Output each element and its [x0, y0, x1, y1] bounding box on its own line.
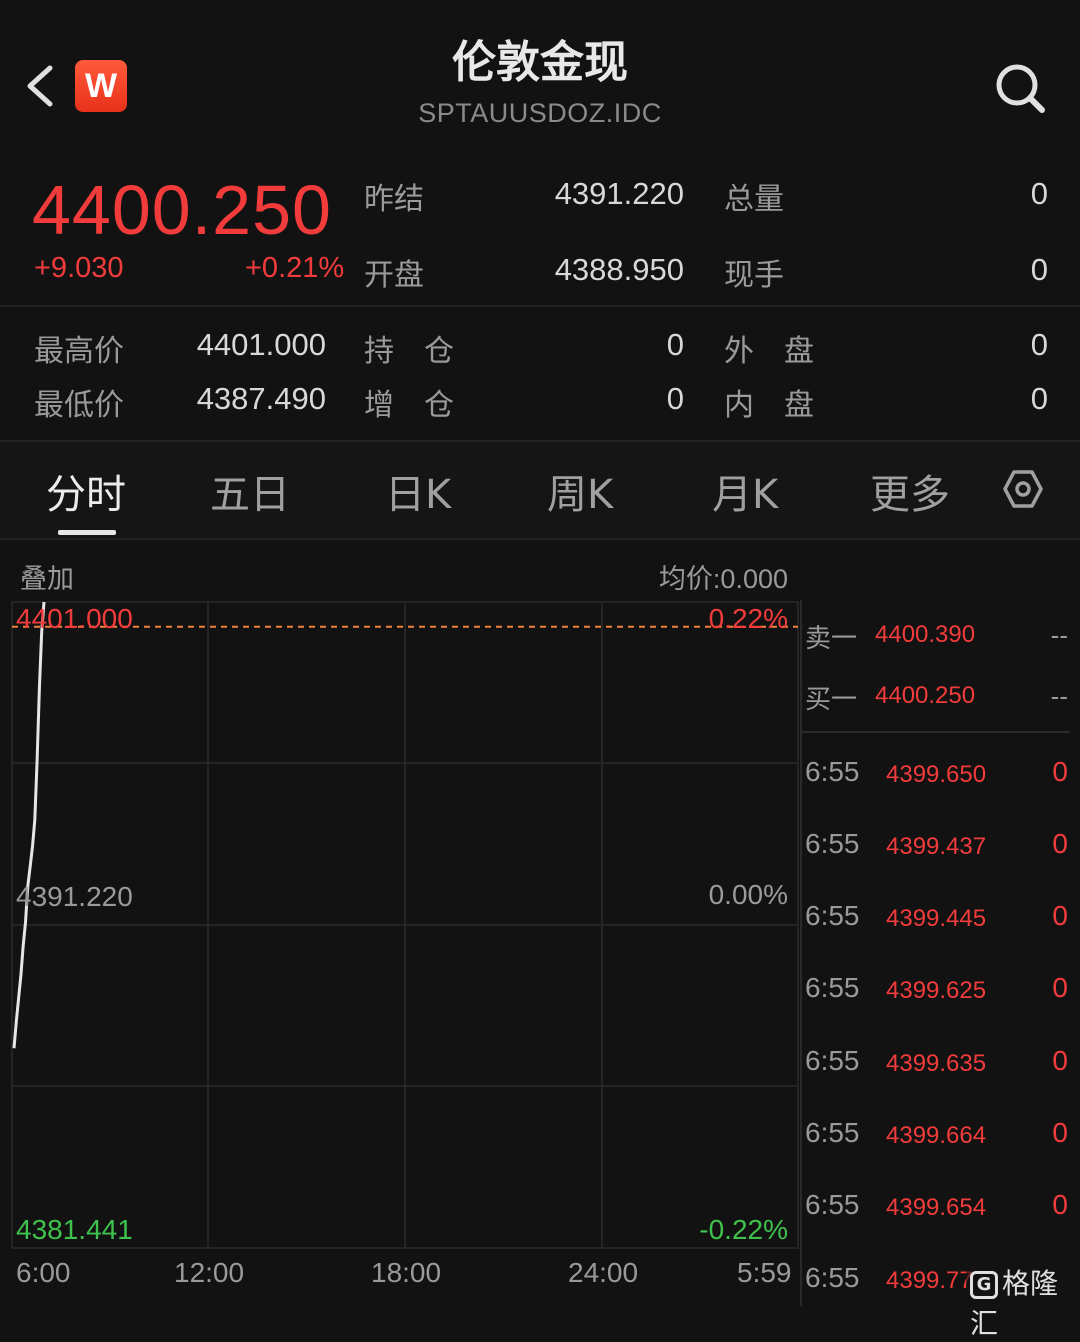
tick-price: 4399.650 — [886, 761, 987, 788]
open-interest-value: 0 — [666, 327, 684, 362]
chart-grid — [11, 601, 799, 1249]
symbol-code: SPTAUUSDOZ.IDC — [418, 98, 662, 128]
open-value: 4388.950 — [554, 252, 684, 287]
total-volume-value: 0 — [1030, 176, 1048, 211]
tick-price: 4399.664 — [886, 1122, 987, 1149]
inner-value: 0 — [1030, 381, 1048, 416]
tab-monthly-k[interactable]: 月K — [712, 462, 778, 520]
tick-price: 4399.437 — [886, 833, 987, 860]
tick-time: 6:55 — [805, 1189, 860, 1220]
tab-more[interactable]: 更多 — [870, 462, 950, 520]
y-axis-max-price: 4401.000 — [16, 603, 133, 634]
buy1-volume: -- — [1050, 681, 1068, 711]
search-icon[interactable] — [992, 60, 1048, 116]
inner-label: 内 盘 — [724, 388, 814, 423]
x-axis-label: 24:00 — [568, 1257, 639, 1288]
tick-price: 4399.635 — [886, 1050, 987, 1077]
sell1-volume: -- — [1050, 620, 1068, 650]
orderbook-divider — [802, 731, 1070, 733]
open-interest-label: 持 仓 — [364, 334, 454, 369]
prev-settle-label: 昨结 — [364, 182, 424, 217]
x-axis-label: 18:00 — [371, 1257, 442, 1288]
sell1-price: 4400.390 — [875, 621, 976, 648]
price-change: +9.030 — [34, 252, 124, 284]
tick-volume: 0 — [1052, 972, 1068, 1003]
last-price: 4400.250 — [32, 171, 332, 249]
high-value: 4401.000 — [196, 327, 326, 362]
price-line — [12, 601, 46, 1049]
sell1-label: 卖一 — [805, 624, 858, 654]
add-position-label: 增 仓 — [364, 388, 454, 423]
tab-intraday[interactable]: 分时 — [46, 462, 126, 520]
current-hand-label: 现手 — [724, 258, 784, 293]
intraday-chart[interactable] — [10, 600, 800, 1250]
tick-volume: 0 — [1052, 1189, 1068, 1220]
y-axis-min-price: 4381.441 — [16, 1214, 133, 1245]
watermark-logo-icon: G — [970, 1271, 998, 1299]
tab-active-indicator — [58, 530, 116, 535]
tick-time: 6:55 — [805, 900, 860, 931]
tick-time: 6:55 — [805, 756, 860, 787]
watermark: G 格隆汇 — [966, 1262, 1080, 1342]
y-axis-mid-percent: 0.00% — [708, 879, 788, 910]
tick-time: 6:55 — [805, 1117, 860, 1148]
buy1-price: 4400.250 — [875, 682, 976, 709]
y-axis-min-percent: -0.22% — [699, 1214, 788, 1245]
tick-time: 6:55 — [805, 1045, 860, 1076]
panel-divider — [800, 600, 802, 1306]
tick-volume: 0 — [1052, 756, 1068, 787]
x-axis-label: 6:00 — [16, 1257, 71, 1288]
tick-price: 4399.77 — [886, 1267, 973, 1294]
x-axis-label: 5:59 — [737, 1257, 792, 1288]
current-hand-value: 0 — [1030, 252, 1048, 287]
tick-volume: 0 — [1052, 1045, 1068, 1076]
tick-price: 4399.654 — [886, 1194, 987, 1221]
tab-weekly-k[interactable]: 周K — [547, 462, 613, 520]
tick-time: 6:55 — [805, 828, 860, 859]
tick-price: 4399.445 — [886, 905, 987, 932]
tick-time: 6:55 — [805, 1262, 860, 1293]
outer-label: 外 盘 — [724, 334, 814, 369]
page-title: 伦敦金现 — [452, 37, 628, 88]
tick-volume: 0 — [1052, 828, 1068, 859]
open-label: 开盘 — [364, 258, 424, 293]
tab-five-day[interactable]: 五日 — [210, 462, 290, 520]
tab-daily-k[interactable]: 日K — [385, 462, 451, 520]
add-position-value: 0 — [666, 381, 684, 416]
x-axis-label: 12:00 — [174, 1257, 245, 1288]
low-label: 最低价 — [34, 388, 124, 423]
tick-volume: 0 — [1052, 1117, 1068, 1148]
price-change-percent: +0.21% — [245, 252, 345, 284]
prev-settle-value: 4391.220 — [554, 176, 684, 211]
low-value: 4387.490 — [196, 381, 326, 416]
tick-time: 6:55 — [805, 972, 860, 1003]
average-price: 均价:0.000 — [658, 564, 788, 594]
divider — [0, 305, 1080, 307]
high-label: 最高价 — [34, 334, 124, 369]
tick-price: 4399.625 — [886, 977, 987, 1004]
settings-icon[interactable] — [1002, 468, 1044, 510]
y-axis-max-percent: 0.22% — [708, 603, 788, 634]
outer-value: 0 — [1030, 327, 1048, 362]
total-volume-label: 总量 — [724, 182, 784, 217]
overlay-button[interactable]: 叠加 — [20, 557, 74, 596]
buy1-label: 买一 — [805, 685, 858, 715]
tick-volume: 0 — [1052, 900, 1068, 931]
y-axis-mid-price: 4391.220 — [16, 881, 133, 912]
